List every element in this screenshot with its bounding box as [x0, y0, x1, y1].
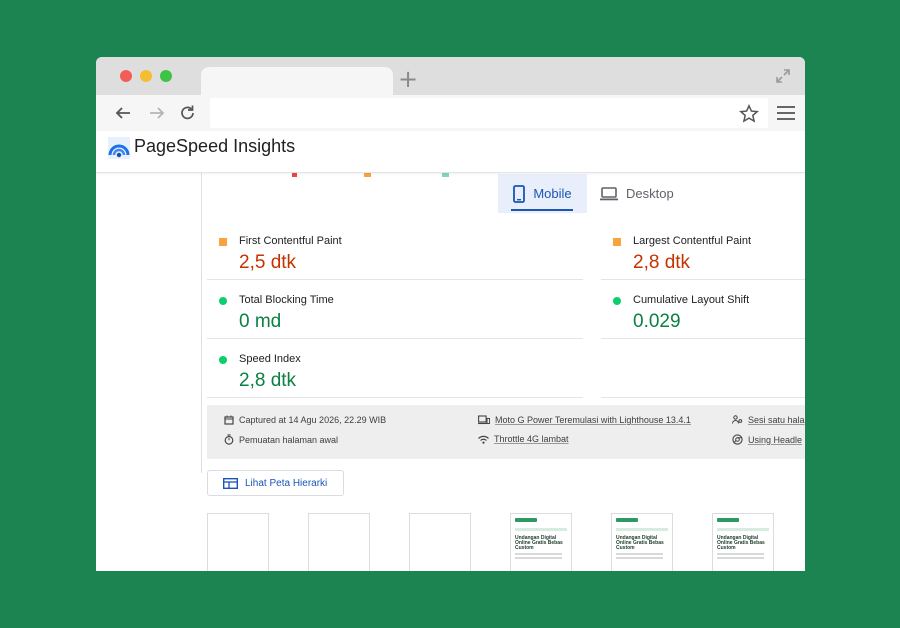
- session-info[interactable]: Sesi satu hala: [732, 415, 805, 425]
- timer-icon: [224, 434, 234, 445]
- metric-label: Cumulative Layout Shift: [633, 294, 750, 306]
- good-indicator-icon: [219, 356, 227, 364]
- good-indicator-icon: [613, 297, 621, 305]
- throttle-info[interactable]: Throttle 4G lambat: [478, 434, 569, 444]
- maximize-window-button[interactable]: [160, 70, 172, 82]
- device-info[interactable]: Moto G Power Teremulasi with Lighthouse …: [478, 415, 691, 425]
- divider: [601, 397, 805, 398]
- browser-toolbar: [96, 95, 805, 131]
- load-info: Pemuatan halaman awal: [224, 434, 338, 445]
- laptop-icon: [600, 186, 618, 200]
- legend-pass-mark: [442, 173, 449, 177]
- throttle-text: Throttle 4G lambat: [494, 434, 569, 444]
- tab-mobile-label: Mobile: [533, 186, 572, 201]
- session-text: Sesi satu hala: [748, 415, 805, 425]
- divider: [207, 397, 583, 398]
- thumbnail-banner: [515, 528, 567, 531]
- tab-desktop-label: Desktop: [626, 186, 674, 201]
- wifi-icon: [478, 435, 489, 444]
- divider: [601, 338, 805, 339]
- metric-value: 2,5 dtk: [239, 252, 297, 273]
- address-bar[interactable]: [210, 98, 768, 128]
- hamburger-menu-icon[interactable]: [777, 106, 795, 120]
- divider: [207, 279, 583, 280]
- metric-label: Speed Index: [239, 353, 301, 365]
- thumbnail-banner: [717, 528, 769, 531]
- view-treemap-button[interactable]: Lihat Peta Hierarki: [207, 470, 344, 496]
- thumbnail-title: Undangan Digital Online Gratis Bebas Cus…: [717, 535, 765, 551]
- thumbnail-logo: [717, 518, 739, 522]
- captured-text: Captured at 14 Agu 2026, 22.29 WIB: [239, 415, 387, 425]
- calendar-icon: [224, 415, 234, 425]
- legend-fail-mark: [292, 173, 297, 177]
- close-window-button[interactable]: [120, 70, 132, 82]
- phone-icon: [513, 184, 526, 203]
- thumbnail-text-line: [515, 557, 562, 559]
- filmstrip-frame: [207, 513, 269, 571]
- filmstrip-frame: Undangan Digital Online Gratis Bebas Cus…: [611, 513, 673, 571]
- thumbnail-text-line: [717, 553, 764, 555]
- report-content: Mobile Desktop First Contentful Paint 2,…: [96, 173, 805, 571]
- users-icon: [732, 415, 743, 424]
- metric-label: First Contentful Paint: [239, 235, 342, 247]
- metric-value: 2,8 dtk: [633, 252, 691, 273]
- reload-icon[interactable]: [178, 103, 198, 123]
- device-text: Moto G Power Teremulasi with Lighthouse …: [495, 415, 691, 425]
- chrome-icon: [732, 434, 743, 445]
- captured-info: Captured at 14 Agu 2026, 22.29 WIB: [224, 415, 386, 425]
- back-arrow-icon[interactable]: [113, 103, 133, 123]
- thumbnail-title: Undangan Digital Online Gratis Bebas Cus…: [515, 535, 563, 551]
- filmstrip-frame: Undangan Digital Online Gratis Bebas Cus…: [510, 513, 572, 571]
- legend-average-mark: [364, 173, 371, 177]
- thumbnail-banner: [616, 528, 668, 531]
- metric-value: 0 md: [239, 311, 282, 332]
- divider: [201, 173, 202, 473]
- filmstrip-frame: Undangan Digital Online Gratis Bebas Cus…: [712, 513, 774, 571]
- divider: [601, 279, 805, 280]
- pagespeed-logo-icon[interactable]: [108, 137, 130, 159]
- run-info-panel: Captured at 14 Agu 2026, 22.29 WIB Pemua…: [207, 405, 805, 459]
- minimize-window-button[interactable]: [140, 70, 152, 82]
- thumbnail-text-line: [616, 553, 663, 555]
- metric-value: 2,8 dtk: [239, 370, 297, 391]
- page-title: PageSpeed Insights: [134, 136, 296, 156]
- average-indicator-icon: [219, 238, 227, 246]
- thumbnail-text-line: [515, 553, 562, 555]
- thumbnail-text-line: [717, 557, 764, 559]
- new-tab-button[interactable]: +: [398, 67, 418, 91]
- star-icon[interactable]: [739, 104, 759, 124]
- load-text: Pemuatan halaman awal: [239, 434, 339, 445]
- filmstrip-frame: [409, 513, 471, 571]
- thumbnail-text-line: [616, 557, 663, 559]
- thumbnail-logo: [515, 518, 537, 522]
- browser-info[interactable]: Using Headle: [732, 434, 802, 445]
- divider: [207, 338, 583, 339]
- metric-value: 0.029: [633, 311, 681, 332]
- filmstrip-frame: [308, 513, 370, 571]
- tab-mobile[interactable]: Mobile: [498, 174, 587, 213]
- devices-icon: [478, 415, 490, 425]
- treemap-icon: [223, 477, 238, 489]
- metric-label: Largest Contentful Paint: [633, 235, 752, 247]
- forward-arrow-icon[interactable]: [147, 103, 167, 123]
- active-tab-indicator: [511, 209, 573, 211]
- good-indicator-icon: [219, 297, 227, 305]
- tab-desktop[interactable]: Desktop: [600, 174, 674, 213]
- psi-header: PageSpeed Insights: [96, 131, 805, 173]
- tab-bar: +: [96, 57, 805, 96]
- expand-icon[interactable]: [775, 68, 791, 84]
- view-treemap-label: Lihat Peta Hierarki: [245, 477, 328, 489]
- browser-window: + PageSpeed Insights Mobile Desktop Firs…: [96, 57, 805, 571]
- thumbnail-logo: [616, 518, 638, 522]
- metric-label: Total Blocking Time: [239, 294, 334, 306]
- browser-tab[interactable]: [201, 67, 393, 96]
- browser-text: Using Headle: [748, 434, 803, 445]
- average-indicator-icon: [613, 238, 621, 246]
- thumbnail-title: Undangan Digital Online Gratis Bebas Cus…: [616, 535, 664, 551]
